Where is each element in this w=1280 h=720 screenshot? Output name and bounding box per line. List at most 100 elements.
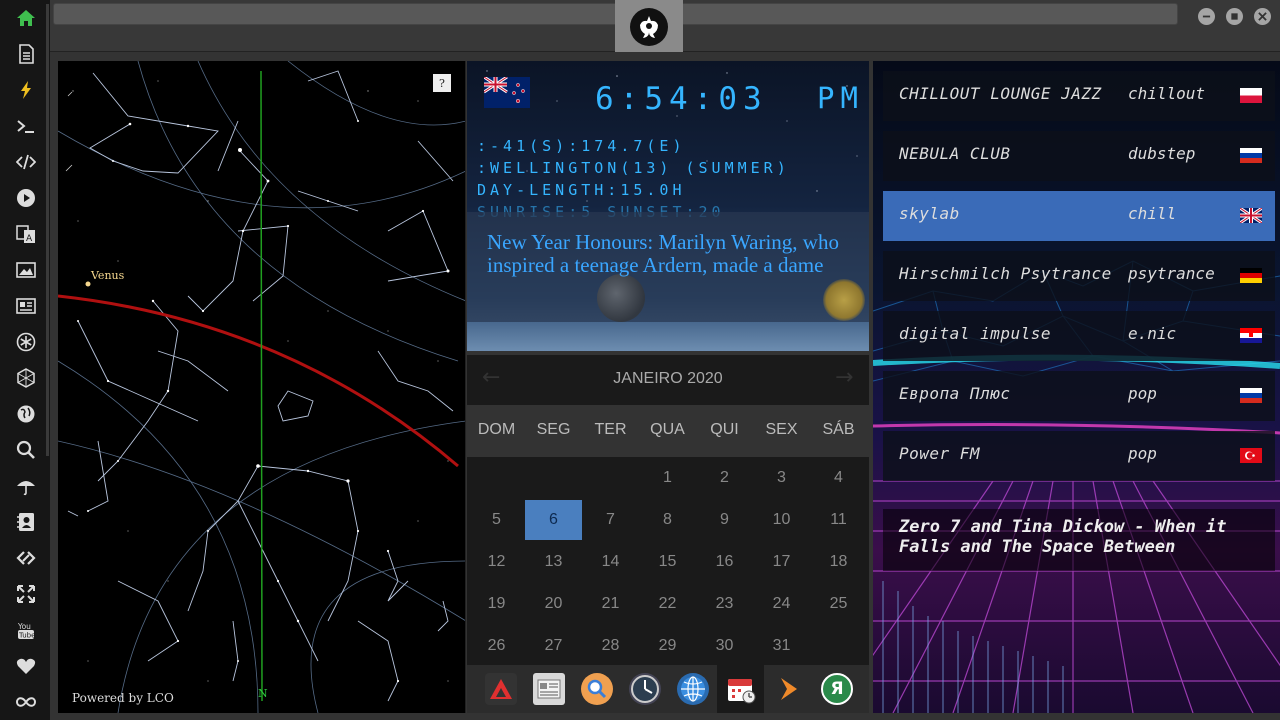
calendar-day[interactable]: 18 [810,542,867,582]
clock-time: 6:54:03 [595,81,768,117]
image-icon[interactable] [15,259,37,281]
weekday-label: SÁB [822,421,855,438]
sidebar-scrollbar[interactable] [46,4,49,456]
calendar-day[interactable]: 26 [468,626,525,666]
station-row[interactable]: NEBULA CLUB dubstep [883,131,1275,181]
calendar-day[interactable]: 3 [753,458,810,498]
clock-ampm: PM [817,81,864,115]
calendar-day-today[interactable]: 6 [525,500,582,540]
sidebar: A You Tube [0,0,50,720]
calendar-app-icon[interactable] [725,673,757,705]
terminal-icon[interactable] [15,115,37,137]
station-genre: pop [1128,444,1157,463]
code-icon[interactable] [15,151,37,173]
document-icon[interactable] [15,43,37,65]
station-row[interactable]: CHILLOUT LOUNGE JAZZ chillout [883,71,1275,121]
calendar-day[interactable]: 14 [582,542,639,582]
search-app-icon[interactable] [581,673,613,705]
calendar-day[interactable]: 2 [696,458,753,498]
sky-chart [58,61,465,713]
calendar-day[interactable]: 27 [525,626,582,666]
lightning-icon[interactable] [15,79,37,101]
powered-by-credit[interactable]: Powered by LCO [72,691,174,705]
calendar-day[interactable]: 1 [639,458,696,498]
calendar-day[interactable]: 19 [468,584,525,624]
close-button[interactable] [1254,8,1271,25]
calendar-day[interactable]: 17 [753,542,810,582]
title-bar [50,0,1280,52]
calendar-day[interactable]: 8 [639,500,696,540]
maximize-button[interactable] [1226,8,1243,25]
calendar-day[interactable]: 22 [639,584,696,624]
newspaper-icon[interactable] [15,295,37,317]
calendar-day[interactable]: 12 [468,542,525,582]
station-name: Европа Плюс [899,384,1011,403]
star-map[interactable]: ? Venus N Powered by LCO [58,61,466,713]
clock-app-icon[interactable] [629,673,661,705]
station-row-selected[interactable]: skylab chill [883,191,1275,241]
calendar-day[interactable]: 16 [696,542,753,582]
calendar-day[interactable]: 24 [753,584,810,624]
calendar-day[interactable]: 20 [525,584,582,624]
play-icon[interactable] [15,187,37,209]
weekday-label: SEX [765,421,798,438]
station-row[interactable]: Европа Плюс pop [883,371,1275,421]
rebel-alliance-logo [615,0,683,52]
world-clock-panel: 6:54:03 PM :-41(S):174.7(E) :WELLINGTON(… [467,61,869,351]
translate-icon[interactable]: A [15,223,37,245]
calendar-day[interactable]: 10 [753,500,810,540]
help-button[interactable]: ? [433,74,451,92]
heart-icon[interactable] [15,655,37,677]
station-genre: dubstep [1128,144,1196,163]
weekday-label: TER [594,421,627,438]
hexagon-icon[interactable] [15,367,37,389]
calendar-day[interactable]: 23 [696,584,753,624]
yandex-app-icon[interactable]: Я [821,673,853,705]
forward-app-icon[interactable] [773,673,805,705]
uk-flag [1240,208,1262,223]
calendar-day[interactable]: 31 [753,626,810,666]
station-name: digital impulse [899,324,1051,343]
calendar-day[interactable]: 15 [639,542,696,582]
station-genre: chill [1128,204,1177,223]
station-row[interactable]: digital impulse e.nic [883,311,1275,361]
globe-app-icon[interactable] [677,673,709,705]
calendar-day[interactable]: 9 [696,500,753,540]
umbrella-icon[interactable] [15,475,37,497]
station-row[interactable]: Hirschmilch Psytrance psytrance [883,251,1275,301]
meridian-line [260,70,263,702]
contact-icon[interactable] [15,511,37,533]
venus-marker [85,281,91,287]
station-genre: chillout [1128,84,1206,103]
news-headline[interactable]: New Year Honours: Marilyn Waring, who in… [487,231,859,277]
croatia-flag [1240,328,1262,343]
home-icon[interactable] [15,7,37,29]
news-app-icon[interactable] [533,673,565,705]
calendar-day[interactable]: 30 [696,626,753,666]
turkey-flag [1240,448,1262,463]
calendar-day[interactable]: 7 [582,500,639,540]
calendar-day[interactable]: 28 [582,626,639,666]
globe-icon[interactable] [15,403,37,425]
svg-text:A: A [26,234,33,244]
station-row[interactable]: Power FM pop [883,431,1275,481]
calendar-day[interactable]: 13 [525,542,582,582]
calendar-day[interactable]: 4 [810,458,867,498]
youtube-icon[interactable]: You Tube [15,619,37,641]
expand-icon[interactable] [15,583,37,605]
arch-app-icon[interactable] [485,673,517,705]
station-name: skylab [899,204,960,223]
calendar-day[interactable]: 29 [639,626,696,666]
infinity-icon[interactable] [15,691,37,713]
calendar-day[interactable]: 21 [582,584,639,624]
link-icon[interactable] [15,547,37,569]
moon-icon [597,274,645,322]
minimize-button[interactable] [1198,8,1215,25]
calendar-day[interactable]: 5 [468,500,525,540]
calendar-day[interactable]: 11 [810,500,867,540]
clock-day-length: DAY-LENGTH:15.0H [477,181,686,199]
calendar-day[interactable]: 25 [810,584,867,624]
settings-star-icon[interactable] [15,331,37,353]
calendar-month-title[interactable]: JANEIRO 2020 [467,355,869,403]
search-icon[interactable] [15,439,37,461]
